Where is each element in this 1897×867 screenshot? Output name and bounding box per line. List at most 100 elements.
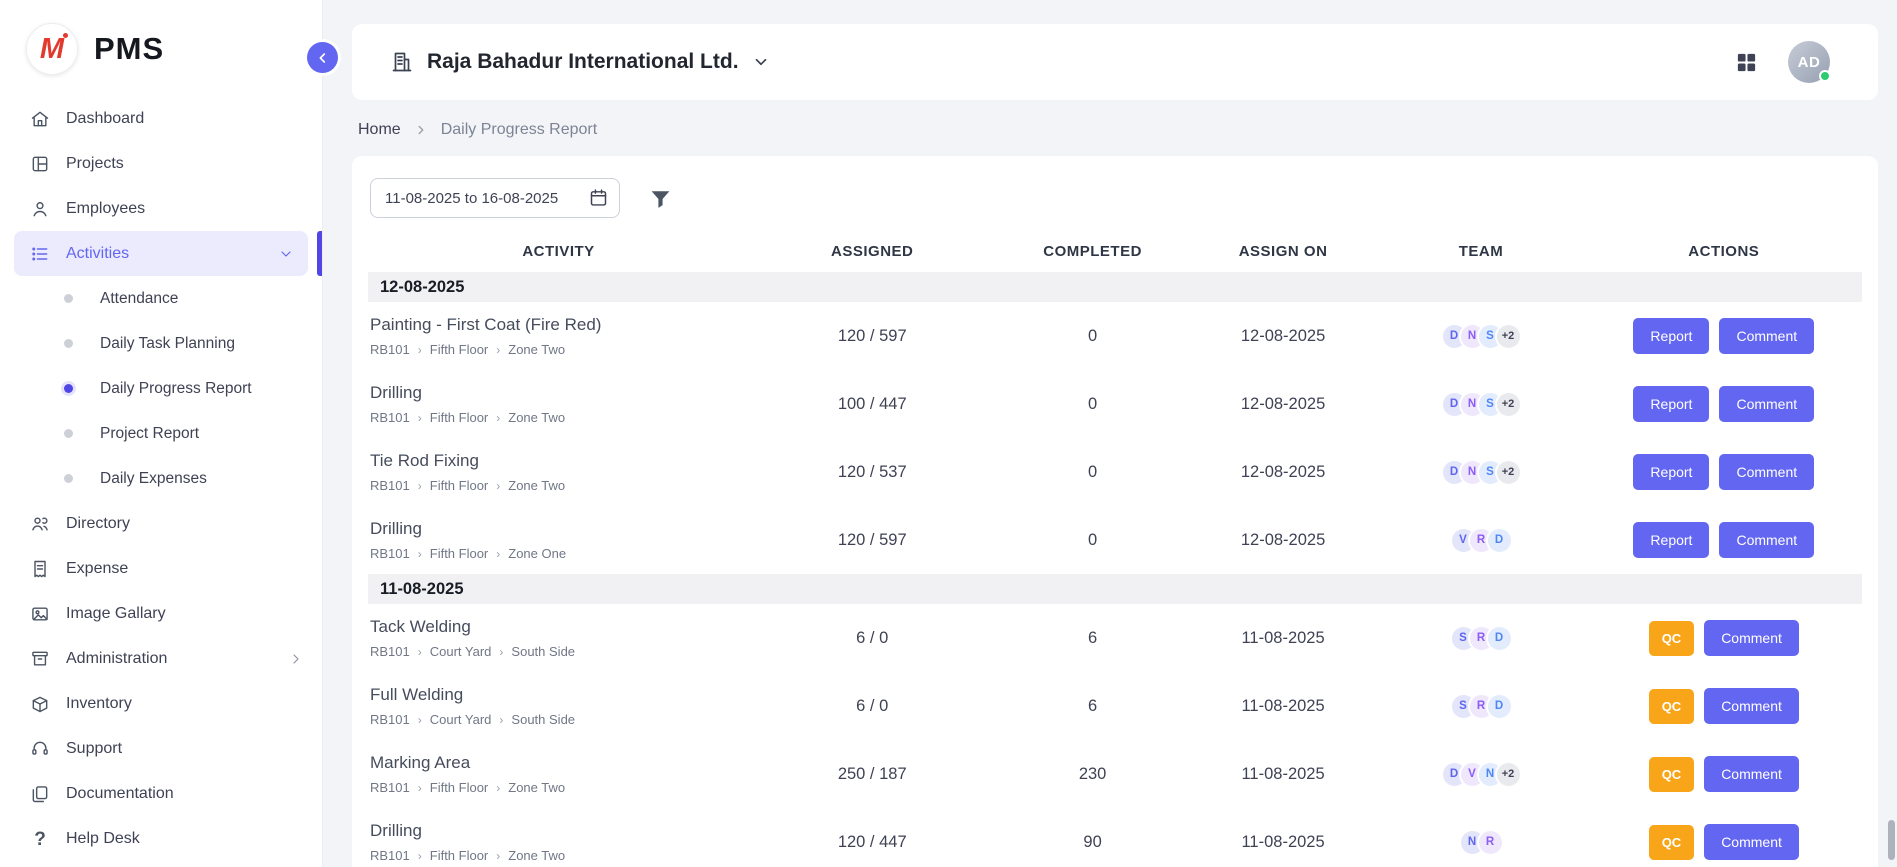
activity-path: RB101Fifth FloorZone Two xyxy=(370,410,743,425)
date-range-input[interactable] xyxy=(370,178,620,218)
report-button[interactable]: Report xyxy=(1633,318,1709,354)
assign-on-value: 12-08-2025 xyxy=(1190,395,1377,414)
team-avatar[interactable]: D xyxy=(1486,625,1513,652)
team-more-badge[interactable]: +2 xyxy=(1495,459,1522,486)
sidebar-item-support[interactable]: Support xyxy=(0,726,322,771)
qc-button[interactable]: QC xyxy=(1649,621,1695,656)
sidebar-item-employees[interactable]: Employees xyxy=(0,186,322,231)
sidebar-item-expense[interactable]: Expense xyxy=(0,546,322,591)
assign-on-value: 12-08-2025 xyxy=(1190,327,1377,346)
breadcrumb-home[interactable]: Home xyxy=(358,121,401,139)
sidebar-subitem-label: Project Report xyxy=(100,425,199,443)
sidebar-item-projects[interactable]: Projects xyxy=(0,141,322,186)
comment-button[interactable]: Comment xyxy=(1719,522,1814,558)
filter-funnel-icon[interactable] xyxy=(648,186,673,211)
qc-button[interactable]: QC xyxy=(1649,825,1695,860)
online-status-dot xyxy=(1819,70,1831,82)
question-mark-icon: ? xyxy=(30,829,50,849)
logo-letter: M xyxy=(40,35,64,64)
team-avatars: V R D xyxy=(1376,527,1585,554)
sidebar-item-label: Directory xyxy=(66,515,130,533)
path-zone: South Side xyxy=(511,712,575,727)
sidebar-item-dashboard[interactable]: Dashboard xyxy=(0,96,322,141)
activity-path: RB101Fifth FloorZone Two xyxy=(370,478,743,493)
sidebar-item-inventory[interactable]: Inventory xyxy=(0,681,322,726)
activity-title: Drilling xyxy=(370,383,743,403)
report-button[interactable]: Report xyxy=(1633,454,1709,490)
team-more-badge[interactable]: +2 xyxy=(1495,323,1522,350)
col-header-completed: COMPLETED xyxy=(995,243,1189,260)
sidebar-subitem-daily-expenses[interactable]: Daily Expenses xyxy=(0,456,322,501)
main-area: Raja Bahadur International Ltd. AD Home … xyxy=(324,0,1897,867)
assigned-value: 120 / 597 xyxy=(749,327,996,346)
sidebar-item-directory[interactable]: Directory xyxy=(0,501,322,546)
sidebar-item-documentation[interactable]: Documentation xyxy=(0,771,322,816)
activity-title: Full Welding xyxy=(370,685,743,705)
sidebar-collapse-button[interactable] xyxy=(307,42,338,73)
path-project: RB101 xyxy=(370,780,430,795)
calendar-icon[interactable] xyxy=(588,187,609,208)
sidebar-subitem-label: Daily Expenses xyxy=(100,470,207,488)
scrollbar-thumb[interactable] xyxy=(1888,820,1895,860)
sidebar-item-image-gallery[interactable]: Image Gallary xyxy=(0,591,322,636)
path-project: RB101 xyxy=(370,342,430,357)
assign-on-value: 12-08-2025 xyxy=(1190,531,1377,550)
sidebar-item-help-desk[interactable]: ? Help Desk xyxy=(0,816,322,861)
sidebar-item-activities[interactable]: Activities xyxy=(14,231,308,276)
activity-title: Drilling xyxy=(370,519,743,539)
team-avatar[interactable]: D xyxy=(1486,693,1513,720)
qc-button[interactable]: QC xyxy=(1649,689,1695,724)
comment-button[interactable]: Comment xyxy=(1719,386,1814,422)
assigned-value: 120 / 537 xyxy=(749,463,996,482)
user-avatar[interactable]: AD xyxy=(1788,41,1830,83)
sidebar-item-label: Projects xyxy=(66,155,124,173)
assign-on-value: 11-08-2025 xyxy=(1190,833,1377,852)
assigned-value: 120 / 597 xyxy=(749,531,996,550)
apps-grid-icon[interactable] xyxy=(1735,51,1758,74)
report-button[interactable]: Report xyxy=(1633,522,1709,558)
sidebar-subitem-project-report[interactable]: Project Report xyxy=(0,411,322,456)
row-actions: Report Comment xyxy=(1586,454,1862,490)
path-project: RB101 xyxy=(370,712,430,727)
sidebar-subitem-daily-progress-report[interactable]: Daily Progress Report xyxy=(0,366,322,411)
activity-title: Painting - First Coat (Fire Red) xyxy=(370,315,743,335)
date-group-header: 12-08-2025 xyxy=(368,272,1862,302)
sidebar-subitem-attendance[interactable]: Attendance xyxy=(0,276,322,321)
comment-button[interactable]: Comment xyxy=(1704,688,1799,724)
bullet-icon xyxy=(64,429,73,438)
completed-value: 230 xyxy=(995,765,1189,784)
sidebar-subitem-daily-task-planning[interactable]: Daily Task Planning xyxy=(0,321,322,366)
table-row: Drilling RB101Fifth FloorZone Two 120 / … xyxy=(368,808,1862,867)
path-zone: Zone Two xyxy=(508,478,565,493)
sidebar-item-label: Inventory xyxy=(66,695,132,713)
path-floor: Fifth Floor xyxy=(430,780,509,795)
col-header-team: TEAM xyxy=(1376,243,1585,260)
comment-button[interactable]: Comment xyxy=(1704,620,1799,656)
team-more-badge[interactable]: +2 xyxy=(1495,761,1522,788)
content-card: ACTIVITY ASSIGNED COMPLETED ASSIGN ON TE… xyxy=(352,156,1878,867)
table-row: Painting - First Coat (Fire Red) RB101Fi… xyxy=(368,302,1862,370)
activity-path: RB101Fifth FloorZone Two xyxy=(370,848,743,863)
team-avatars: S R D xyxy=(1376,625,1585,652)
bullet-icon xyxy=(64,384,73,393)
team-avatar[interactable]: R xyxy=(1477,829,1504,856)
comment-button[interactable]: Comment xyxy=(1719,318,1814,354)
company-selector[interactable]: Raja Bahadur International Ltd. xyxy=(390,50,770,74)
group-date: 11-08-2025 xyxy=(380,580,464,599)
comment-button[interactable]: Comment xyxy=(1704,824,1799,860)
comment-button[interactable]: Comment xyxy=(1719,454,1814,490)
sidebar-item-label: Support xyxy=(66,740,122,758)
qc-button[interactable]: QC xyxy=(1649,757,1695,792)
path-zone: Zone Two xyxy=(508,848,565,863)
avatar-initials: AD xyxy=(1798,54,1821,71)
activity-title: Drilling xyxy=(370,821,743,841)
report-button[interactable]: Report xyxy=(1633,386,1709,422)
comment-button[interactable]: Comment xyxy=(1704,756,1799,792)
sidebar-item-label: Documentation xyxy=(66,785,174,803)
logo-dot xyxy=(63,33,68,38)
team-avatar[interactable]: D xyxy=(1486,527,1513,554)
sidebar-item-administration[interactable]: Administration xyxy=(0,636,322,681)
sidebar-item-label: Image Gallary xyxy=(66,605,166,623)
team-more-badge[interactable]: +2 xyxy=(1495,391,1522,418)
completed-value: 6 xyxy=(995,629,1189,648)
